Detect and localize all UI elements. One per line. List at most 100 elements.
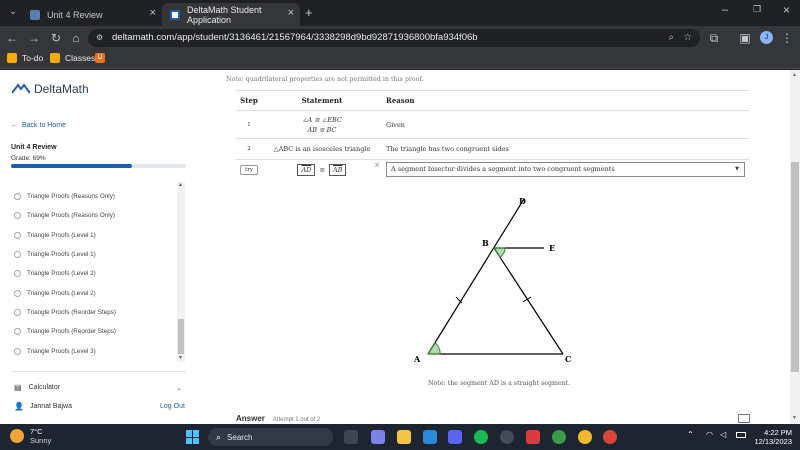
show-hidden-icons-icon[interactable]: ⌃	[687, 430, 694, 439]
assignment-label: Triangle Proofs (Level 2)	[27, 270, 96, 277]
statement-line: AB ≅ BC	[307, 125, 337, 134]
scroll-down-arrow-icon[interactable]: ▼	[792, 415, 797, 421]
spotify-icon[interactable]	[474, 430, 488, 444]
file-explorer-icon[interactable]	[397, 430, 411, 444]
task-view-icon[interactable]	[344, 430, 358, 444]
tab-unit-4-review[interactable]: Unit 4 Review ×	[22, 3, 162, 26]
page-scrollbar[interactable]: ▲ ▼	[790, 70, 800, 424]
bookmark-u-icon: U	[95, 53, 105, 63]
statement-left-input[interactable]: AD	[297, 163, 316, 176]
assignment-list: Triangle Proofs (Reasons Only) Triangle …	[0, 182, 188, 362]
problem-area: Note: quadrilateral properties are not p…	[196, 70, 790, 424]
keyboard-icon[interactable]	[738, 414, 750, 423]
url-text: deltamath.com/app/student/3136461/215679…	[112, 32, 478, 43]
chrome-profile-icon[interactable]	[578, 430, 592, 444]
close-tab-icon[interactable]: ×	[288, 7, 294, 19]
tab-search-button[interactable]: ⌄	[6, 6, 20, 20]
weather-widget[interactable]: 7°C Sunny	[10, 427, 51, 445]
statement-cell: △ABC is an isosceles triangle	[261, 138, 382, 160]
bookmark-extra[interactable]: U	[95, 53, 110, 63]
scrollbar-thumb[interactable]	[178, 319, 184, 354]
bookmark-todo[interactable]: To-do	[7, 53, 43, 63]
menu-kebab-icon[interactable]: ⋮	[779, 30, 795, 46]
back-to-home-link[interactable]: ← Back to Home	[11, 122, 66, 129]
statement-input-cell: AD ≅ AB ×	[261, 159, 382, 180]
classes-icon	[50, 53, 60, 63]
browser-tab-bar: ⌄ Unit 4 Review × DeltaMath Student Appl…	[0, 0, 800, 26]
back-arrow-icon[interactable]: ←	[4, 30, 20, 46]
grade-progress-track	[11, 164, 186, 168]
calculator-button[interactable]: ▤ Calculator ⌄	[14, 383, 184, 392]
assignment-item[interactable]: Triangle Proofs (Level 3)	[14, 348, 96, 355]
statement-right-input[interactable]: AB	[328, 163, 347, 176]
app-red-icon[interactable]	[526, 430, 540, 444]
step-number: 2	[236, 138, 262, 160]
clock-date: 12/13/2023	[754, 437, 792, 446]
site-settings-icon[interactable]: ⚙	[96, 29, 103, 47]
tab-deltamath-student-application[interactable]: DeltaMath Student Application ×	[162, 3, 300, 26]
wifi-icon[interactable]: ◠	[706, 430, 713, 439]
assignment-label: Triangle Proofs (Reasons Only)	[27, 193, 115, 200]
clock[interactable]: 4:22 PM 12/13/2023	[752, 428, 792, 446]
home-icon[interactable]: ⌂	[68, 30, 84, 46]
answer-label: Answer	[236, 414, 265, 423]
scroll-up-arrow-icon[interactable]: ▲	[792, 72, 797, 78]
assignment-item[interactable]: Triangle Proofs (Reasons Only)	[14, 212, 115, 219]
minimize-icon[interactable]: –	[722, 4, 728, 16]
grade-text: Grade: 69%	[11, 155, 46, 162]
browser-toolbar: ← → ↻ ⌂ ⚙ deltamath.com/app/student/3136…	[0, 26, 800, 50]
extensions-icon[interactable]: ⧉	[706, 30, 722, 46]
close-window-icon[interactable]: ×	[783, 3, 790, 17]
new-tab-button[interactable]: +	[305, 5, 313, 20]
xbox-icon[interactable]	[500, 430, 514, 444]
diagram-note: Note: the segment AD is a straight segme…	[428, 380, 571, 387]
unit-title[interactable]: Unit 4 Review	[11, 144, 57, 151]
zoom-icon[interactable]: ⌕	[669, 29, 674, 47]
battery-icon[interactable]	[736, 432, 746, 438]
try-button[interactable]: try	[240, 164, 258, 175]
deltamath-favicon-icon	[170, 9, 180, 20]
assignment-item[interactable]: Triangle Proofs (Level 2)	[14, 290, 96, 297]
address-bar[interactable]: ⚙ deltamath.com/app/student/3136461/2156…	[88, 29, 700, 47]
assignment-item[interactable]: Triangle Proofs (Reasons Only)	[14, 193, 115, 200]
discord-icon[interactable]	[448, 430, 462, 444]
start-button[interactable]	[186, 430, 200, 444]
radio-icon	[14, 270, 21, 277]
forward-arrow-icon[interactable]: →	[26, 30, 42, 46]
reload-icon[interactable]: ↻	[48, 30, 64, 46]
profile-avatar[interactable]: J	[760, 31, 773, 44]
scroll-down-arrow-icon[interactable]: ▼	[178, 355, 183, 361]
chrome-icon[interactable]	[552, 430, 566, 444]
taskbar-search-box[interactable]: ⌕ Search	[208, 428, 333, 446]
chrome-profile-2-icon[interactable]	[603, 430, 617, 444]
reason-dropdown[interactable]: A segment bisector divides a segment int…	[386, 162, 745, 178]
clock-time: 4:22 PM	[764, 428, 792, 437]
assignment-item[interactable]: Triangle Proofs (Reorder Steps)	[14, 309, 116, 316]
assignment-item[interactable]: Triangle Proofs (Level 1)	[14, 232, 96, 239]
segment-bc	[493, 247, 564, 355]
angle-mark-a	[427, 342, 441, 355]
page-scrollbar-thumb[interactable]	[791, 162, 799, 372]
close-tab-icon[interactable]: ×	[150, 7, 156, 19]
deltamath-favicon-icon	[30, 9, 40, 20]
reason-cell: The triangle has two congruent sides	[382, 138, 749, 160]
scroll-up-arrow-icon[interactable]: ▲	[178, 182, 183, 188]
weather-desc: Sunny	[30, 436, 52, 445]
assignment-item[interactable]: Triangle Proofs (Reorder Steps)	[14, 328, 116, 335]
clear-statement-icon[interactable]: ×	[374, 161, 380, 169]
logout-link[interactable]: Log Out	[160, 403, 185, 410]
teams-chat-icon[interactable]	[371, 430, 385, 444]
assignment-list-scrollbar[interactable]: ▲ ▼	[177, 182, 185, 362]
deltamath-logo[interactable]: DeltaMath	[12, 82, 89, 96]
volume-icon[interactable]: ◁	[720, 430, 726, 439]
user-name: Jannat Bajwa	[29, 403, 72, 410]
assignment-item[interactable]: Triangle Proofs (Level 1)	[14, 251, 96, 258]
side-panel-icon[interactable]: ▣	[737, 30, 753, 46]
assignment-label: Triangle Proofs (Level 3)	[27, 348, 96, 355]
restore-icon[interactable]: ❐	[753, 4, 761, 15]
edge-icon[interactable]	[423, 430, 437, 444]
tab-label: Unit 4 Review	[47, 9, 103, 20]
bookmark-classes[interactable]: Classes	[50, 53, 95, 63]
assignment-item[interactable]: Triangle Proofs (Level 2)	[14, 270, 96, 277]
bookmark-star-icon[interactable]: ☆	[683, 29, 692, 47]
